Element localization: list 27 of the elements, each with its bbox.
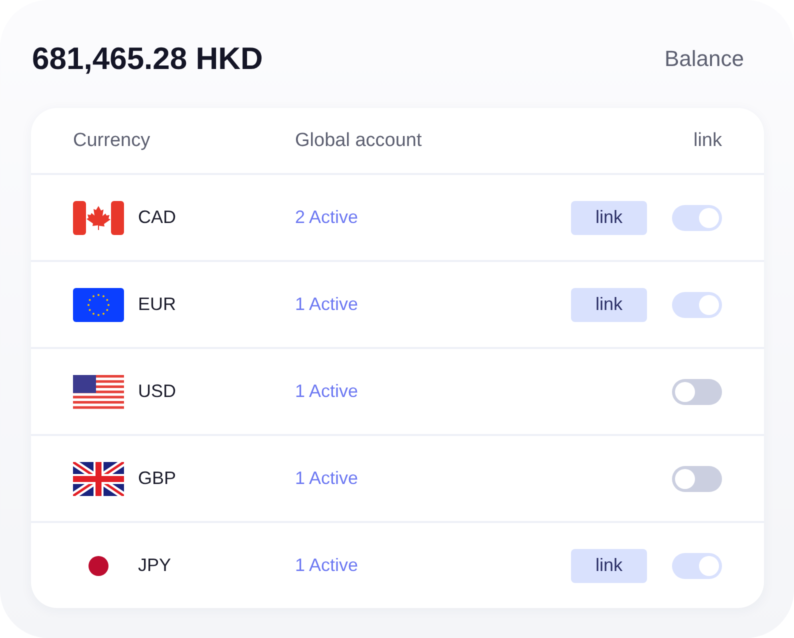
eu-flag-icon [73, 288, 124, 322]
link-button[interactable]: link [571, 288, 647, 322]
active-accounts-link[interactable]: 1 Active [295, 294, 571, 315]
link-button[interactable]: link [571, 200, 647, 234]
toggle-switch[interactable] [672, 552, 722, 578]
toggle-switch[interactable] [672, 378, 722, 404]
currency-code: GBP [138, 468, 178, 489]
active-accounts-link[interactable]: 1 Active [295, 468, 672, 489]
column-header: link [693, 130, 722, 152]
canada-flag-icon [73, 200, 124, 234]
currency-code: CAD [138, 207, 178, 228]
toggle-switch[interactable] [672, 292, 722, 318]
currency-code: USD [138, 381, 178, 402]
uk-flag-icon [73, 462, 124, 496]
active-accounts-link[interactable]: 1 Active [295, 555, 571, 576]
currency-code: JPY [138, 555, 172, 576]
balance-amount: 681,465.28 HKD [31, 41, 263, 77]
balance-label: Balance [664, 46, 744, 72]
toggle-switch[interactable] [672, 466, 722, 492]
column-header: Currency [73, 130, 152, 152]
column-header: Global account [295, 130, 423, 152]
toggle-switch[interactable] [672, 204, 722, 230]
active-accounts-link[interactable]: 2 Active [295, 207, 571, 228]
us-flag-icon [73, 374, 124, 408]
active-accounts-link[interactable]: 1 Active [295, 381, 672, 402]
link-button[interactable]: link [571, 548, 647, 582]
currency-code: EUR [138, 294, 178, 315]
